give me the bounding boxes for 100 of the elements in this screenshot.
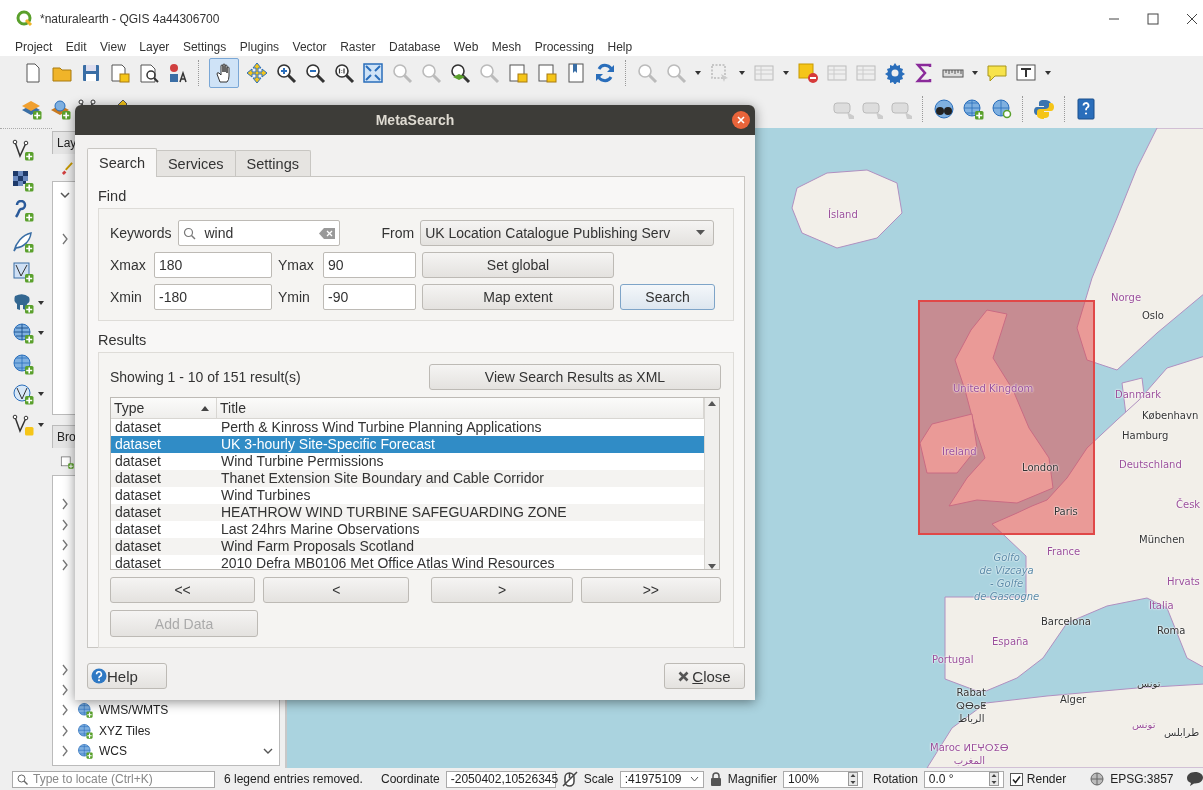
map-view-icon[interactable] xyxy=(507,62,529,84)
magnifier-spinbox[interactable]: 100% xyxy=(783,770,864,788)
tab[interactable]: Search xyxy=(87,148,157,177)
close-icon[interactable] xyxy=(1185,13,1198,25)
result-row[interactable]: dataset Wind Turbine Permissions xyxy=(111,453,704,470)
globe-magnifier-icon[interactable] xyxy=(991,98,1013,120)
close-button[interactable]: Close xyxy=(664,663,745,689)
tree-item[interactable]: WMS/WMTS xyxy=(99,703,169,718)
deselect-icon[interactable] xyxy=(797,62,819,84)
zoom-out-icon[interactable] xyxy=(304,62,326,84)
column-header[interactable]: Title xyxy=(220,400,246,416)
scale-combo[interactable]: :41975109 xyxy=(619,770,704,788)
result-row[interactable]: dataset HEATHROW WIND TURBINE SAFEGUARDING ZONE xyxy=(111,504,704,521)
first-page-button[interactable]: << xyxy=(110,577,256,604)
layer-stack-plus-icon[interactable] xyxy=(20,98,42,120)
map-view-icon[interactable] xyxy=(536,62,558,84)
rotation-spinbox[interactable]: 0.0 ° xyxy=(923,770,1004,788)
keywords-field[interactable]: wind xyxy=(178,220,341,246)
globe-icon[interactable] xyxy=(1090,772,1105,786)
refresh-icon[interactable] xyxy=(594,62,616,84)
panel-tab[interactable]: Bro xyxy=(52,425,76,449)
document-magnifier-icon[interactable] xyxy=(138,62,160,84)
menu-item[interactable]: Processing xyxy=(534,40,595,54)
add-group-icon[interactable] xyxy=(60,454,74,469)
zoom-full-icon[interactable] xyxy=(362,62,384,84)
document-stamp-icon[interactable] xyxy=(109,62,131,84)
last-page-button[interactable]: >> xyxy=(580,577,721,604)
map-extent-button[interactable]: Map extent xyxy=(422,284,614,310)
gear-icon[interactable] xyxy=(884,62,906,84)
spin-arrows-icon[interactable] xyxy=(988,772,999,786)
locate-field[interactable]: Type to locate (Ctrl+K) xyxy=(12,770,215,788)
menu-item[interactable]: Database xyxy=(388,40,441,54)
ymax-field[interactable]: 90 xyxy=(323,252,416,278)
xmax-field[interactable]: 180 xyxy=(154,252,272,278)
scrollbar[interactable] xyxy=(704,398,719,570)
result-row[interactable]: dataset 2010 Defra MB0106 Met Office Atlas Wind Resources xyxy=(111,555,704,570)
result-row[interactable]: dataset Last 24hrs Marine Observations xyxy=(111,521,704,538)
globe-binoculars-icon[interactable] xyxy=(933,98,955,120)
menu-item[interactable]: Settings xyxy=(182,40,227,54)
result-row[interactable]: dataset Perth & Kinross Wind Turbine Planning Applications xyxy=(111,419,704,436)
vertex-plus-icon[interactable] xyxy=(12,139,34,161)
tree-item[interactable]: WCS xyxy=(99,743,127,758)
menu-item[interactable]: Mesh xyxy=(491,40,522,54)
mesh-plus-icon[interactable] xyxy=(12,261,34,283)
help-button[interactable]: Help xyxy=(87,663,167,689)
lock-icon[interactable] xyxy=(709,772,722,786)
globe-plus-icon[interactable] xyxy=(12,352,34,375)
vertex-star-icon[interactable] xyxy=(12,413,34,436)
scroll-up-icon[interactable] xyxy=(708,401,716,406)
tab[interactable]: Services xyxy=(155,150,236,176)
close-button[interactable] xyxy=(732,111,750,129)
hook-plus-icon[interactable] xyxy=(12,200,34,222)
previous-page-button[interactable]: < xyxy=(263,577,410,604)
next-page-button[interactable]: > xyxy=(431,577,573,604)
menu-item[interactable]: View xyxy=(100,40,126,54)
help-book-icon[interactable] xyxy=(1075,98,1097,120)
globe-stack-icon[interactable] xyxy=(49,98,71,120)
ymin-field[interactable]: -90 xyxy=(323,284,416,310)
checker-plus-icon[interactable] xyxy=(12,169,34,192)
set-global-button[interactable]: Set global xyxy=(422,252,614,278)
move-arrows-icon[interactable] xyxy=(246,62,268,84)
catalogue-dropdown[interactable]: UK Location Catalogue Publishing Serv xyxy=(420,220,715,246)
menu-item[interactable]: Raster xyxy=(340,40,376,54)
coordinate-field[interactable]: -2050402,10526345 xyxy=(445,770,556,788)
text-box-icon[interactable] xyxy=(1015,62,1037,84)
elephant-plus-icon[interactable] xyxy=(12,291,34,314)
clear-icon[interactable] xyxy=(319,227,336,239)
python-icon[interactable] xyxy=(1033,98,1055,120)
column-header[interactable]: Type xyxy=(114,400,145,416)
bookmark-icon[interactable] xyxy=(565,62,587,84)
globe-plus-icon[interactable] xyxy=(962,98,984,120)
feather-plus-icon[interactable] xyxy=(12,230,34,253)
save-icon[interactable] xyxy=(80,62,102,84)
result-row[interactable]: dataset Wind Farm Proposals Scotland xyxy=(111,538,704,555)
scroll-down-icon[interactable] xyxy=(263,746,273,755)
menu-item[interactable]: Vector xyxy=(292,40,327,54)
globe-vertex-plus-icon[interactable] xyxy=(12,383,34,405)
zoom-in-icon[interactable] xyxy=(275,62,297,84)
menu-item[interactable]: Layer xyxy=(139,40,170,54)
pan-button[interactable] xyxy=(209,58,239,88)
xmin-field[interactable]: -180 xyxy=(154,284,272,310)
zoom-layer-icon[interactable] xyxy=(449,62,471,84)
panel-tab[interactable]: Lay xyxy=(52,131,77,154)
spin-arrows-icon[interactable] xyxy=(848,772,859,786)
menu-item[interactable]: Help xyxy=(607,40,633,54)
result-row[interactable]: dataset Wind Turbines xyxy=(111,487,704,504)
style-manager-icon[interactable] xyxy=(167,62,189,84)
brush-icon[interactable] xyxy=(60,160,74,175)
globe-grid-plus-icon[interactable] xyxy=(12,322,34,344)
search-button[interactable]: Search xyxy=(620,284,715,310)
crs-label[interactable]: EPSG:3857 xyxy=(1110,772,1174,786)
result-row[interactable]: dataset Thanet Extension Site Boundary and Cable Corridor xyxy=(111,470,704,487)
maximize-icon[interactable] xyxy=(1146,13,1159,25)
mouse-icon[interactable] xyxy=(561,771,578,787)
menu-item[interactable]: Plugins xyxy=(239,40,280,54)
messages-icon[interactable] xyxy=(1185,771,1203,787)
scroll-down-icon[interactable] xyxy=(708,564,716,569)
view-xml-button[interactable]: View Search Results as XML xyxy=(429,364,721,390)
render-checkbox[interactable] xyxy=(1009,772,1023,786)
menu-item[interactable]: Project xyxy=(15,40,53,54)
